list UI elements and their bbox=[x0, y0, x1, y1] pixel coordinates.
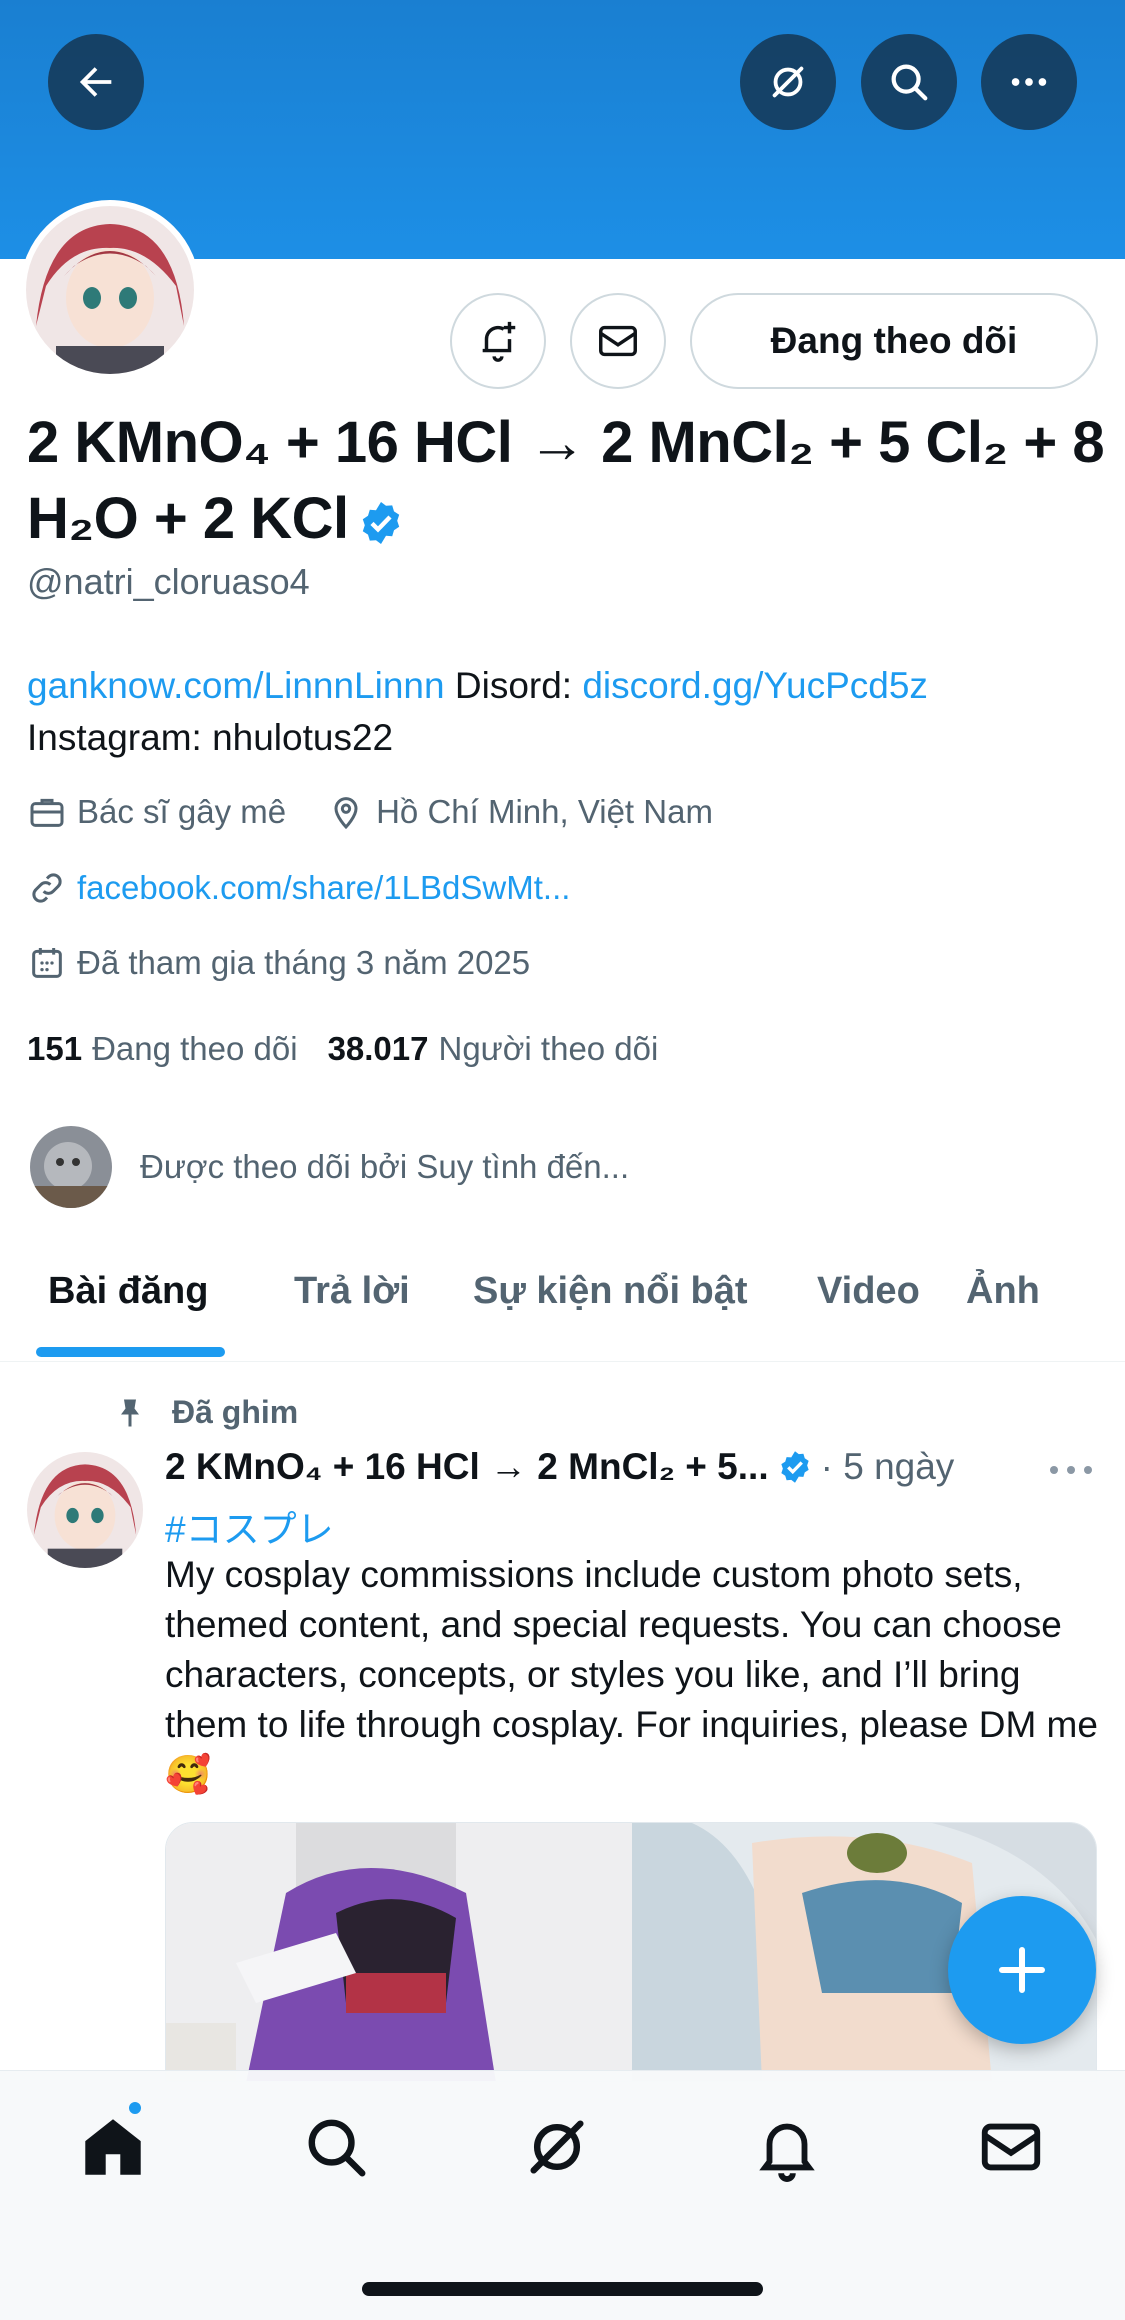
link-icon bbox=[32, 873, 62, 903]
post-text: My cosplay commissions include custom ph… bbox=[165, 1554, 1098, 1795]
arrow-left-icon bbox=[79, 67, 112, 97]
bell-plus-icon bbox=[482, 321, 516, 362]
location-icon bbox=[334, 797, 358, 830]
post-header: 2 KMnO₄ + 16 HCl → 2 MnCl₂ + 5... · 5 ng… bbox=[165, 1446, 1005, 1488]
tab-video[interactable]: Video bbox=[817, 1270, 920, 1313]
followers-count: 38.017 bbox=[327, 1030, 429, 1067]
post-time: · 5 ngày bbox=[820, 1446, 955, 1487]
compose-button[interactable] bbox=[948, 1896, 1096, 2044]
bio-link-ganknow[interactable]: ganknow.com/LinnnLinnn bbox=[27, 665, 445, 706]
pinned-text: Đã ghim bbox=[172, 1394, 299, 1430]
website-link[interactable]: facebook.com/share/1LBdSwMt... bbox=[77, 869, 570, 907]
following-count: 151 bbox=[27, 1030, 83, 1067]
follower-avatar bbox=[30, 1126, 112, 1208]
back-button[interactable] bbox=[48, 34, 144, 130]
search-button[interactable] bbox=[861, 34, 957, 130]
more-icon bbox=[1011, 78, 1047, 86]
media-image-1[interactable] bbox=[166, 1823, 632, 2081]
active-tab-indicator bbox=[36, 1347, 225, 1357]
verified-badge-icon bbox=[780, 1451, 809, 1483]
plus-icon bbox=[999, 1947, 1045, 1993]
meta-joined: Đã tham gia tháng 3 năm 2025 bbox=[27, 943, 530, 983]
profile-banner bbox=[0, 0, 1125, 259]
tab-replies[interactable]: Trả lời bbox=[294, 1270, 410, 1313]
grok-button[interactable] bbox=[740, 34, 836, 130]
meta-website: facebook.com/share/1LBdSwMt... bbox=[27, 868, 570, 908]
post-more-icon[interactable] bbox=[1048, 1458, 1094, 1482]
home-indicator bbox=[362, 2282, 763, 2296]
tab-photos[interactable]: Ảnh bbox=[966, 1270, 1040, 1313]
verified-badge-icon[interactable] bbox=[357, 499, 405, 547]
followed-by[interactable]: Được theo dõi bởi Suy tình đến... bbox=[30, 1126, 629, 1208]
joined-date: Đã tham gia tháng 3 năm 2025 bbox=[77, 944, 531, 981]
mail-icon[interactable] bbox=[976, 2112, 1046, 2182]
grok-icon[interactable] bbox=[522, 2112, 592, 2182]
bio-link-discord[interactable]: discord.gg/YucPcd5z bbox=[582, 665, 928, 706]
home-icon[interactable] bbox=[78, 2112, 148, 2182]
post-hashtag[interactable]: #コスプレ bbox=[165, 1499, 334, 1553]
post-author-name[interactable]: 2 KMnO₄ + 16 HCl → 2 MnCl₂ + 5... bbox=[165, 1446, 769, 1488]
following-label: Đang theo dõi bbox=[92, 1030, 298, 1067]
followers-count-link[interactable]: 38.017 Người theo dõi bbox=[328, 1030, 659, 1068]
display-name: 2 KMnO₄ + 16 HCl → 2 MnCl₂ + 5 Cl₂ + 8 H… bbox=[27, 405, 1107, 557]
followers-label: Người theo dõi bbox=[438, 1030, 659, 1067]
following-count-link[interactable]: 151 Đang theo dõi bbox=[27, 1030, 298, 1068]
notify-button[interactable] bbox=[450, 293, 546, 389]
post-avatar[interactable] bbox=[27, 1452, 143, 1568]
search-icon bbox=[891, 64, 928, 101]
location: Hồ Chí Minh, Việt Nam bbox=[376, 793, 713, 830]
occupation: Bác sĩ gây mê bbox=[77, 793, 287, 830]
bell-icon[interactable] bbox=[752, 2112, 822, 2182]
pinned-label: Đã ghim bbox=[112, 1394, 298, 1431]
tab-posts[interactable]: Bài đăng bbox=[48, 1270, 208, 1313]
briefcase-icon bbox=[30, 798, 64, 827]
search-icon[interactable] bbox=[301, 2112, 371, 2182]
bio-instagram: Instagram: nhulotus22 bbox=[27, 717, 394, 758]
calendar-icon bbox=[32, 948, 62, 978]
message-button[interactable] bbox=[570, 293, 666, 389]
profile-tabs: Bài đăng Trả lời Sự kiện nổi bật Video Ả… bbox=[0, 1240, 1125, 1362]
pin-icon bbox=[121, 1399, 139, 1426]
avatar-image bbox=[26, 206, 194, 374]
more-button[interactable] bbox=[981, 34, 1077, 130]
display-name-text: 2 KMnO₄ + 16 HCl → 2 MnCl₂ + 5 Cl₂ + 8 H… bbox=[27, 410, 1105, 551]
following-button[interactable]: Đang theo dõi bbox=[690, 293, 1098, 389]
bio: ganknow.com/LinnnLinnn Disord: discord.g… bbox=[27, 660, 1107, 764]
meta-occupation-location: Bác sĩ gây mê Hồ Chí Minh, Việt Nam bbox=[27, 792, 713, 832]
profile-avatar[interactable] bbox=[20, 200, 200, 380]
home-notification-dot bbox=[126, 2099, 144, 2117]
user-handle: @natri_cloruaso4 bbox=[27, 561, 310, 602]
followed-by-text: Được theo dõi bởi Suy tình đến... bbox=[140, 1148, 630, 1185]
grok-icon bbox=[772, 66, 804, 98]
bio-disord-label: Disord: bbox=[444, 665, 583, 706]
follow-counts: 151 Đang theo dõi 38.017 Người theo dõi bbox=[27, 1030, 658, 1068]
tab-highlights[interactable]: Sự kiện nổi bật bbox=[473, 1270, 748, 1313]
mail-icon bbox=[599, 325, 637, 357]
